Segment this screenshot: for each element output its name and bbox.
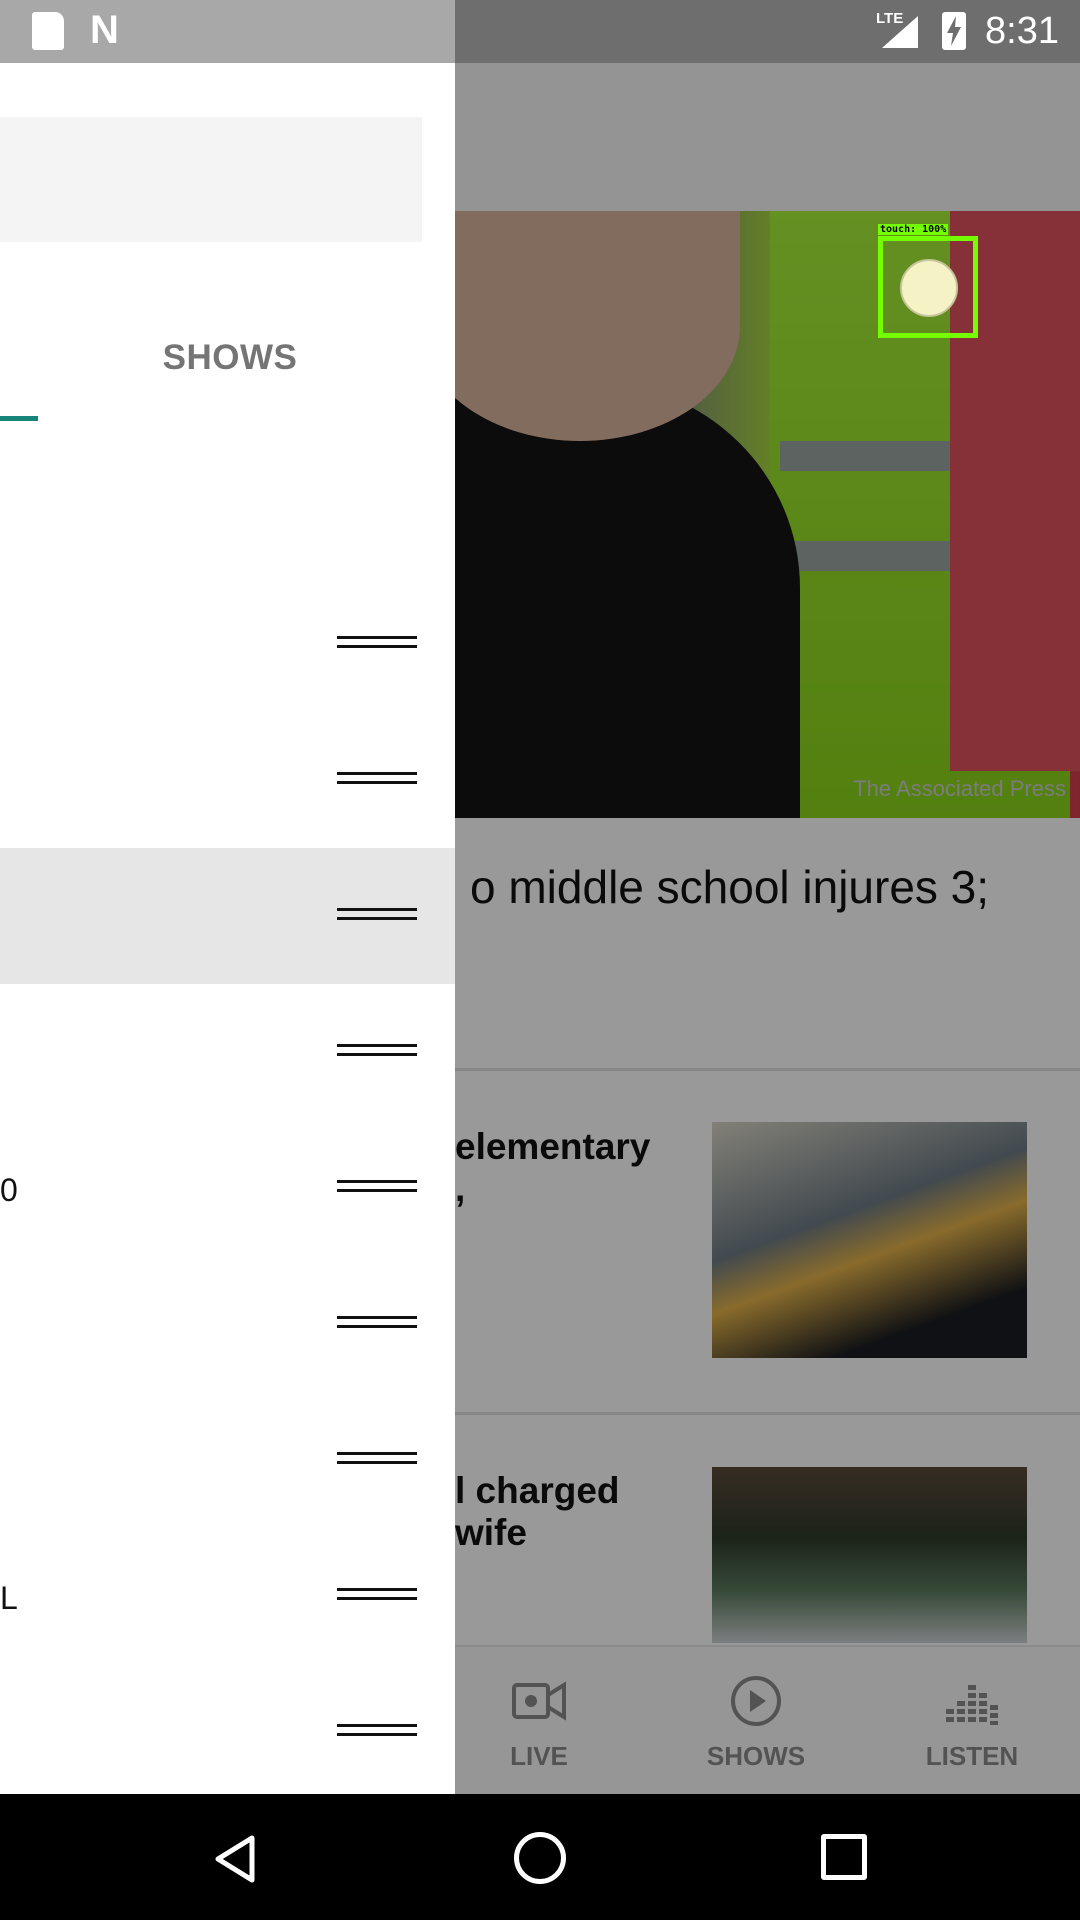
drag-handle-icon[interactable]: [337, 1588, 417, 1602]
drag-handle-icon[interactable]: [337, 636, 417, 650]
drag-handle-icon[interactable]: [337, 1180, 417, 1194]
battery-charging-icon: [942, 12, 966, 50]
charging-bolt-icon: [947, 16, 961, 46]
drawer-header-box[interactable]: [0, 117, 422, 242]
back-icon[interactable]: [210, 1834, 260, 1884]
drag-handle-icon[interactable]: [337, 1452, 417, 1466]
status-bar-drawer-section: [0, 0, 455, 63]
tab-indicator: [0, 416, 38, 421]
recents-icon[interactable]: [821, 1834, 867, 1880]
clock: 8:31: [985, 10, 1059, 52]
drawer-list-item[interactable]: [0, 701, 455, 837]
signal-icon: [882, 16, 918, 48]
drag-handle-icon[interactable]: [337, 1044, 417, 1058]
touch-indicator-label: touch: 100%: [878, 224, 949, 235]
system-navigation-bar: [0, 1794, 1080, 1920]
tab-shows[interactable]: SHOWS: [130, 338, 330, 378]
drawer-item-label: 0: [0, 1172, 18, 1208]
sd-card-icon: [32, 12, 64, 50]
n-notification-icon: N: [90, 8, 119, 52]
drag-handle-icon[interactable]: [337, 1316, 417, 1330]
home-icon[interactable]: [514, 1832, 566, 1884]
drawer-item-label: L: [0, 1580, 18, 1616]
drawer-list-item[interactable]: [0, 565, 455, 701]
touch-indicator-dot: [900, 259, 958, 317]
drag-handle-icon[interactable]: [337, 908, 417, 922]
navigation-drawer: SHOWS 0 L: [0, 63, 455, 1794]
status-bar: N LTE 8:31: [0, 0, 1080, 63]
drag-handle-icon[interactable]: [337, 772, 417, 786]
drag-handle-icon[interactable]: [337, 1724, 417, 1738]
